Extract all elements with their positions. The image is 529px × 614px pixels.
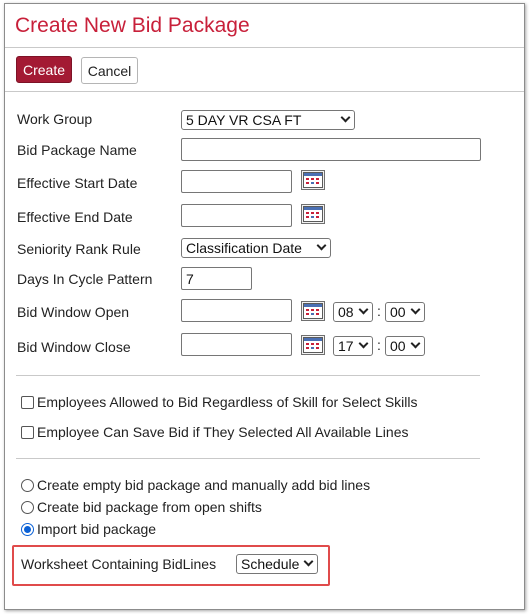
creation-mode-label: Create empty bid package and manually ad… bbox=[37, 477, 371, 493]
bid-window-close-hour-select[interactable]: 17 bbox=[333, 336, 373, 356]
calendar-icon[interactable] bbox=[301, 204, 325, 224]
bid-package-name-label: Bid Package Name bbox=[17, 142, 137, 158]
employee-can-save-bid-label: Employee Can Save Bid if They Selected A… bbox=[37, 424, 409, 440]
chevron-down-icon bbox=[340, 112, 351, 123]
work-group-value: 5 DAY VR CSA FT bbox=[186, 112, 302, 128]
days-in-cycle-pattern-label: Days In Cycle Pattern bbox=[17, 271, 153, 287]
section-divider bbox=[16, 458, 480, 459]
create-bid-package-dialog: Create New Bid Package Create Cancel Wor… bbox=[4, 3, 525, 610]
employee-can-save-bid-option[interactable]: Employee Can Save Bid if They Selected A… bbox=[21, 424, 409, 440]
days-in-cycle-pattern-input[interactable] bbox=[181, 267, 252, 290]
create-button[interactable]: Create bbox=[16, 56, 72, 83]
creation-mode-label: Create bid package from open shifts bbox=[37, 499, 262, 515]
bid-window-open-minute-select[interactable]: 00 bbox=[385, 302, 425, 322]
worksheet-value: Schedule bbox=[241, 556, 300, 572]
bid-window-open-label: Bid Window Open bbox=[17, 304, 130, 320]
creation-mode-radio[interactable] bbox=[21, 500, 34, 514]
creation-mode-option[interactable]: Create bid package from open shifts bbox=[21, 499, 262, 515]
seniority-rank-rule-value: Classification Date bbox=[186, 240, 302, 256]
bid-window-close-label: Bid Window Close bbox=[17, 339, 131, 355]
effective-end-date-label: Effective End Date bbox=[17, 209, 133, 225]
employees-allowed-regardless-checkbox[interactable] bbox=[21, 395, 34, 409]
cancel-button[interactable]: Cancel bbox=[81, 57, 138, 84]
section-divider bbox=[16, 375, 480, 376]
calendar-icon[interactable] bbox=[301, 301, 325, 321]
worksheet-select[interactable]: Schedule bbox=[236, 554, 318, 574]
worksheet-label: Worksheet Containing BidLines bbox=[21, 556, 217, 572]
calendar-icon[interactable] bbox=[301, 170, 325, 190]
bid-window-open-hour-select[interactable]: 08 bbox=[333, 302, 373, 322]
creation-mode-label: Import bid package bbox=[37, 521, 157, 537]
chevron-down-icon bbox=[316, 240, 327, 251]
creation-mode-option[interactable]: Create empty bid package and manually ad… bbox=[21, 477, 370, 493]
seniority-rank-rule-select[interactable]: Classification Date bbox=[181, 238, 331, 258]
title-divider bbox=[5, 47, 524, 48]
dialog-title: Create New Bid Package bbox=[15, 14, 250, 37]
employees-allowed-regardless-label: Employees Allowed to Bid Regardless of S… bbox=[37, 394, 418, 410]
bid-package-name-input[interactable] bbox=[181, 138, 481, 161]
work-group-label: Work Group bbox=[17, 111, 93, 127]
bid-window-close-hour-value: 17 bbox=[338, 338, 354, 354]
employee-can-save-bid-checkbox[interactable] bbox=[21, 425, 34, 439]
chevron-down-icon bbox=[303, 556, 314, 567]
time-separator: : bbox=[377, 303, 381, 319]
bid-window-open-date-input[interactable] bbox=[181, 299, 292, 322]
chevron-down-icon bbox=[410, 304, 421, 315]
chevron-down-icon bbox=[410, 338, 421, 349]
seniority-rank-rule-label: Seniority Rank Rule bbox=[17, 241, 141, 257]
work-group-select[interactable]: 5 DAY VR CSA FT bbox=[181, 110, 355, 130]
creation-mode-radio-selected[interactable] bbox=[21, 522, 34, 536]
toolbar-divider bbox=[5, 91, 524, 92]
employees-allowed-regardless-option[interactable]: Employees Allowed to Bid Regardless of S… bbox=[21, 394, 418, 410]
chevron-down-icon bbox=[358, 338, 369, 349]
bid-window-open-hour-value: 08 bbox=[338, 304, 354, 320]
time-separator: : bbox=[377, 337, 381, 353]
bid-window-close-minute-select[interactable]: 00 bbox=[385, 336, 425, 356]
bid-window-close-minute-value: 00 bbox=[390, 338, 406, 354]
effective-end-date-input[interactable] bbox=[181, 204, 292, 227]
chevron-down-icon bbox=[358, 304, 369, 315]
calendar-icon[interactable] bbox=[301, 335, 325, 355]
bid-window-open-minute-value: 00 bbox=[390, 304, 406, 320]
effective-start-date-input[interactable] bbox=[181, 170, 292, 193]
creation-mode-option[interactable]: Import bid package bbox=[21, 521, 156, 537]
creation-mode-radio[interactable] bbox=[21, 478, 34, 492]
bid-window-close-date-input[interactable] bbox=[181, 333, 292, 356]
effective-start-date-label: Effective Start Date bbox=[17, 175, 138, 191]
